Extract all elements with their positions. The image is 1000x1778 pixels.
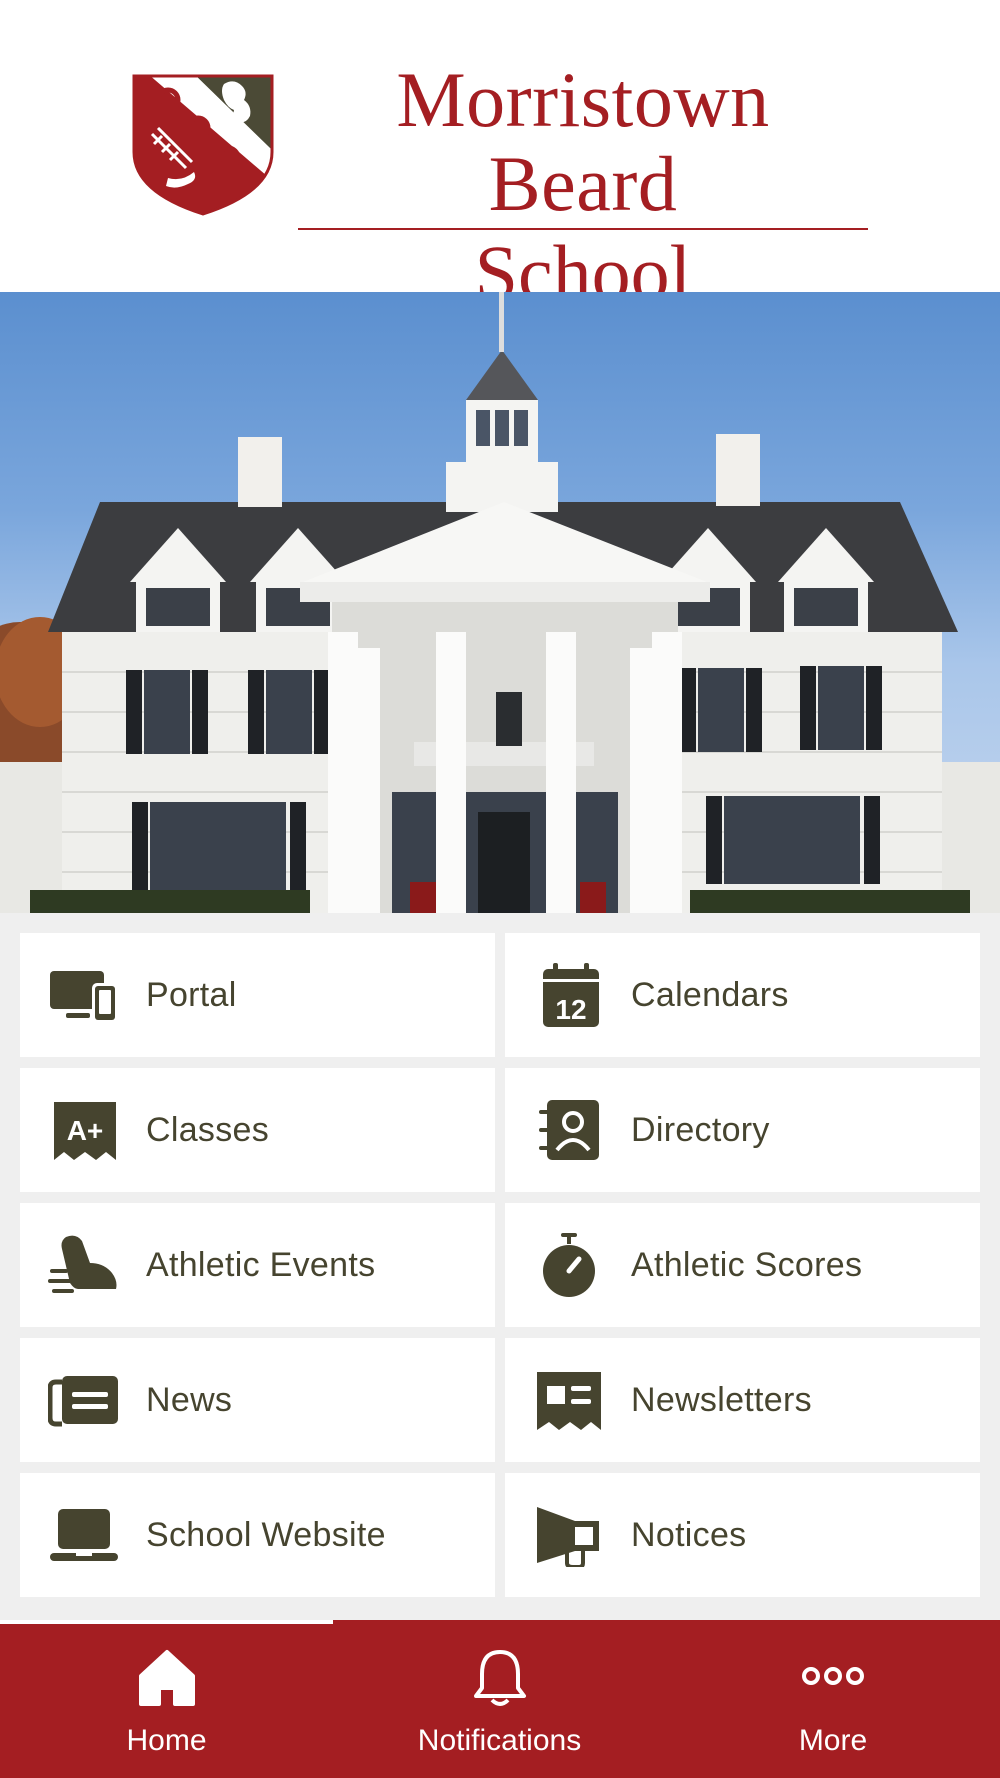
bell-icon <box>468 1648 532 1708</box>
tab-home-label: Home <box>126 1724 207 1757</box>
bottom-tab-bar: Home Notifications More <box>0 1620 1000 1778</box>
more-dots-icon <box>801 1648 865 1708</box>
tile-label: Athletic Scores <box>631 1246 863 1284</box>
tile-label: Classes <box>146 1111 270 1149</box>
grade-icon-text: A+ <box>67 1115 104 1146</box>
tile-label: News <box>146 1381 233 1419</box>
tile-school-website[interactable]: School Website <box>20 1473 495 1597</box>
tab-home[interactable]: Home <box>0 1620 333 1778</box>
school-crest-logo <box>132 74 274 216</box>
tile-label: Athletic Events <box>146 1246 376 1284</box>
quick-links-grid: Portal 12 Calendars A+ Classes Directory… <box>0 913 1000 1620</box>
laptop-icon <box>48 1503 120 1567</box>
app-header: Morristown Beard School <box>0 0 1000 316</box>
tile-news[interactable]: News <box>20 1338 495 1462</box>
tab-more-label: More <box>798 1724 868 1757</box>
megaphone-icon <box>533 1503 605 1567</box>
campus-building-photo <box>0 292 1000 913</box>
tile-label: Notices <box>631 1516 747 1554</box>
stopwatch-icon <box>533 1233 605 1297</box>
tile-label: Newsletters <box>631 1381 812 1419</box>
contact-book-icon <box>533 1098 605 1162</box>
tab-notifications-label: Notifications <box>417 1724 582 1757</box>
grade-a-plus-icon: A+ <box>48 1098 120 1162</box>
running-shoe-icon <box>48 1233 120 1297</box>
newspaper-icon <box>48 1368 120 1432</box>
tile-newsletters[interactable]: Newsletters <box>505 1338 980 1462</box>
tile-portal[interactable]: Portal <box>20 933 495 1057</box>
tile-notices[interactable]: Notices <box>505 1473 980 1597</box>
tile-label: School Website <box>146 1516 386 1554</box>
tile-athletic-events[interactable]: Athletic Events <box>20 1203 495 1327</box>
school-wordmark: Morristown Beard School <box>298 58 868 316</box>
tile-athletic-scores[interactable]: Athletic Scores <box>505 1203 980 1327</box>
tile-label: Calendars <box>631 976 789 1014</box>
tile-classes[interactable]: A+ Classes <box>20 1068 495 1192</box>
calendar-icon-text: 12 <box>555 994 586 1025</box>
tile-label: Directory <box>631 1111 770 1149</box>
devices-icon <box>48 963 120 1027</box>
tab-more[interactable]: More <box>666 1620 1000 1778</box>
tab-notifications[interactable]: Notifications <box>333 1620 666 1778</box>
home-icon <box>135 1648 199 1708</box>
tile-directory[interactable]: Directory <box>505 1068 980 1192</box>
tile-calendars[interactable]: 12 Calendars <box>505 933 980 1057</box>
newsletter-icon <box>533 1368 605 1432</box>
calendar-icon: 12 <box>533 963 605 1027</box>
school-name-line1: Morristown Beard <box>396 56 770 227</box>
tile-label: Portal <box>146 976 237 1014</box>
